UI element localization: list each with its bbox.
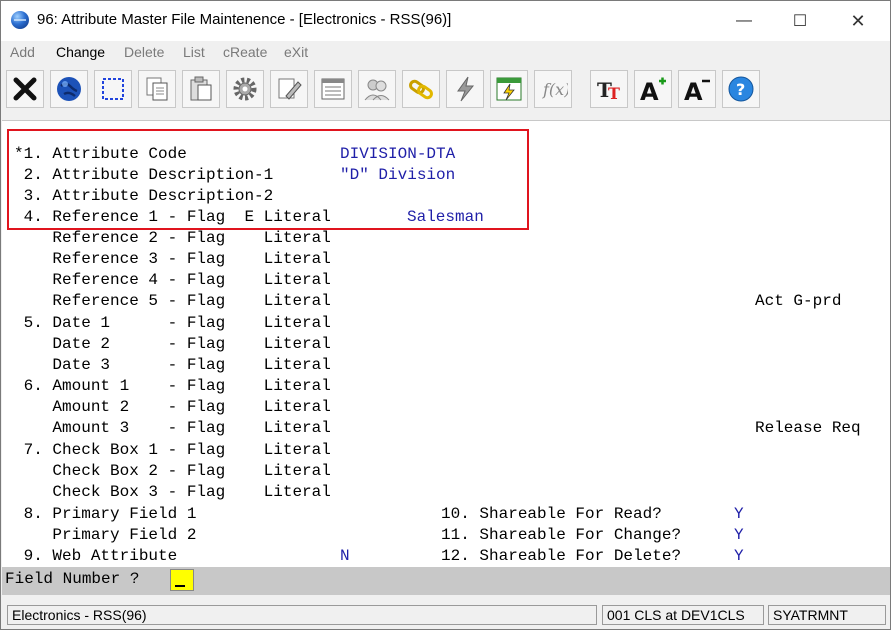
edit-icon[interactable]: [270, 70, 308, 108]
menu-exit[interactable]: eXit: [284, 44, 308, 60]
field-7-label[interactable]: 7. Check Box 1 - Flag Literal: [14, 441, 331, 459]
field-10-value[interactable]: Y: [734, 505, 744, 523]
reference-5-line: Reference 5 - Flag Literal: [14, 292, 331, 310]
svg-text:A: A: [684, 78, 703, 104]
settings-icon[interactable]: [226, 70, 264, 108]
field-3-label[interactable]: 3. Attribute Description-2: [14, 187, 274, 205]
check-box-2-line: Check Box 2 - Flag Literal: [14, 462, 331, 480]
app-globe-icon: [11, 11, 29, 29]
field-2-value[interactable]: "D" Division: [340, 166, 455, 184]
menu-bar: Add Change Delete List cReate eXit: [1, 41, 890, 65]
svg-text:A: A: [640, 78, 659, 104]
menu-add[interactable]: Add: [10, 44, 35, 60]
title-bar: 96: Attribute Master File Maintenence - …: [1, 1, 890, 41]
svg-text:T: T: [608, 84, 620, 103]
close-icon[interactable]: [6, 70, 44, 108]
maximize-button[interactable]: ☐: [777, 1, 823, 41]
copy-icon[interactable]: [138, 70, 176, 108]
status-company: Electronics - RSS(96): [7, 605, 597, 625]
date-2-line: Date 2 - Flag Literal: [14, 335, 331, 353]
amount-2-line: Amount 2 - Flag Literal: [14, 398, 331, 416]
close-window-button[interactable]: ✕: [835, 1, 881, 41]
menu-delete[interactable]: Delete: [124, 44, 164, 60]
field-4-value[interactable]: Salesman: [407, 208, 484, 226]
font-increase-icon[interactable]: A: [634, 70, 672, 108]
status-session: 001 CLS at DEV1CLS: [602, 605, 764, 625]
prompt-label: Field Number ?: [5, 570, 140, 588]
window-title: 96: Attribute Master File Maintenence - …: [37, 11, 452, 28]
function-icon[interactable]: f(x): [534, 70, 572, 108]
calendar-icon[interactable]: [490, 70, 528, 108]
paste-icon[interactable]: [182, 70, 220, 108]
field-2-label[interactable]: 2. Attribute Description-1: [14, 166, 274, 184]
amount-3-line: Amount 3 - Flag Literal: [14, 419, 331, 437]
font-icon[interactable]: TT: [590, 70, 628, 108]
date-3-line: Date 3 - Flag Literal: [14, 356, 331, 374]
primary-field-2-line: Primary Field 2: [14, 526, 197, 544]
lightning-icon[interactable]: [446, 70, 484, 108]
release-note: Release Req: [755, 419, 861, 437]
toolbar: f(x) TT A A ?: [1, 67, 890, 115]
svg-text:f(x): f(x): [542, 80, 568, 99]
status-program: SYATRMNT: [768, 605, 886, 625]
app-window: 96: Attribute Master File Maintenence - …: [0, 0, 891, 630]
field-10-label[interactable]: 10. Shareable For Read?: [441, 505, 662, 523]
field-12-label[interactable]: 12. Shareable For Delete?: [441, 547, 681, 565]
minimize-button[interactable]: —: [721, 1, 767, 41]
menu-change[interactable]: Change: [56, 44, 105, 60]
field-12-value[interactable]: Y: [734, 547, 744, 565]
menu-list[interactable]: List: [183, 44, 205, 60]
field-9-label[interactable]: 9. Web Attribute: [14, 547, 178, 565]
svg-text:?: ?: [736, 80, 745, 99]
status-bar: Electronics - RSS(96) 001 CLS at DEV1CLS…: [2, 602, 890, 628]
prompt-bar: Field Number ?: [2, 567, 890, 595]
help-icon[interactable]: ?: [722, 70, 760, 108]
field-4-label[interactable]: 4. Reference 1 - Flag E Literal: [14, 208, 331, 226]
act-note: Act G-prd: [755, 292, 842, 310]
field-1-label[interactable]: *1. Attribute Code: [14, 145, 187, 163]
reference-2-line: Reference 2 - Flag Literal: [14, 229, 331, 247]
globe-icon[interactable]: [50, 70, 88, 108]
form-area: *1. Attribute Code DIVISION-DTA 2. Attri…: [2, 120, 890, 568]
field-1-value[interactable]: DIVISION-DTA: [340, 145, 455, 163]
check-box-3-line: Check Box 3 - Flag Literal: [14, 483, 331, 501]
list-icon[interactable]: [314, 70, 352, 108]
field-8-label[interactable]: 8. Primary Field 1: [14, 505, 197, 523]
select-icon[interactable]: [94, 70, 132, 108]
field-11-value[interactable]: Y: [734, 526, 744, 544]
field-number-input[interactable]: [170, 569, 194, 591]
people-icon[interactable]: [358, 70, 396, 108]
reference-3-line: Reference 3 - Flag Literal: [14, 250, 331, 268]
field-5-label[interactable]: 5. Date 1 - Flag Literal: [14, 314, 331, 332]
reference-4-line: Reference 4 - Flag Literal: [14, 271, 331, 289]
field-6-label[interactable]: 6. Amount 1 - Flag Literal: [14, 377, 331, 395]
menu-create[interactable]: cReate: [223, 44, 267, 60]
field-11-label[interactable]: 11. Shareable For Change?: [441, 526, 681, 544]
field-9-value[interactable]: N: [340, 547, 350, 565]
font-decrease-icon[interactable]: A: [678, 70, 716, 108]
link-icon[interactable]: [402, 70, 440, 108]
